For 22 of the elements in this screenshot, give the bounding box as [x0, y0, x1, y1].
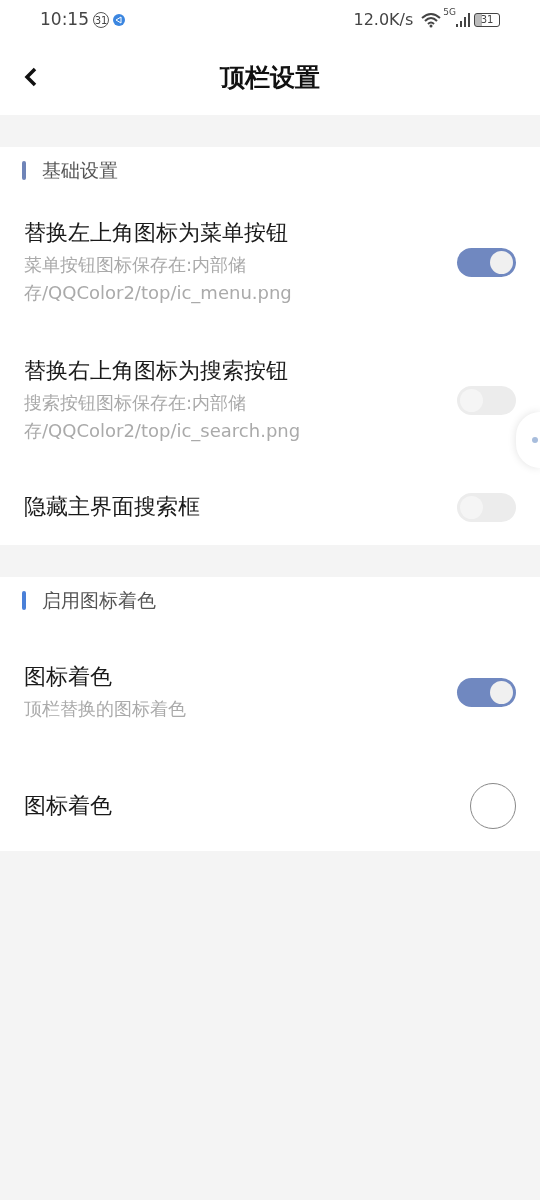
network-type: 5G — [443, 8, 456, 17]
setting-description: 搜索按钮图标保存在:内部储存/QQColor2/top/ic_search.png — [24, 391, 302, 444]
setting-title: 图标着色 — [24, 792, 113, 820]
section-title: 基础设置 — [42, 157, 118, 183]
signal-icon — [456, 13, 470, 27]
battery-icon: 31 — [474, 13, 500, 27]
section-title: 启用图标着色 — [42, 587, 156, 613]
wifi-icon — [421, 12, 442, 28]
setting-title: 替换左上角图标为菜单按钮 — [24, 219, 289, 247]
globe-icon — [113, 14, 125, 26]
back-icon — [24, 66, 38, 88]
setting-title: 图标着色 — [24, 663, 113, 691]
toggle-switch[interactable] — [457, 247, 516, 277]
setting-title: 替换右上角图标为搜索按钮 — [24, 357, 289, 385]
page-title: 顶栏设置 — [220, 61, 320, 94]
setting-description: 顶栏替换的图标着色 — [24, 697, 187, 721]
toggle-switch[interactable] — [457, 677, 516, 707]
setting-description: 菜单按钮图标保存在:内部储存/QQColor2/top/ic_menu.png — [24, 253, 293, 306]
network-speed: 12.0K/s — [353, 9, 414, 31]
clock: 10:15 — [40, 8, 89, 32]
setting-title: 隐藏主界面搜索框 — [24, 493, 201, 521]
color-swatch[interactable] — [470, 783, 516, 829]
